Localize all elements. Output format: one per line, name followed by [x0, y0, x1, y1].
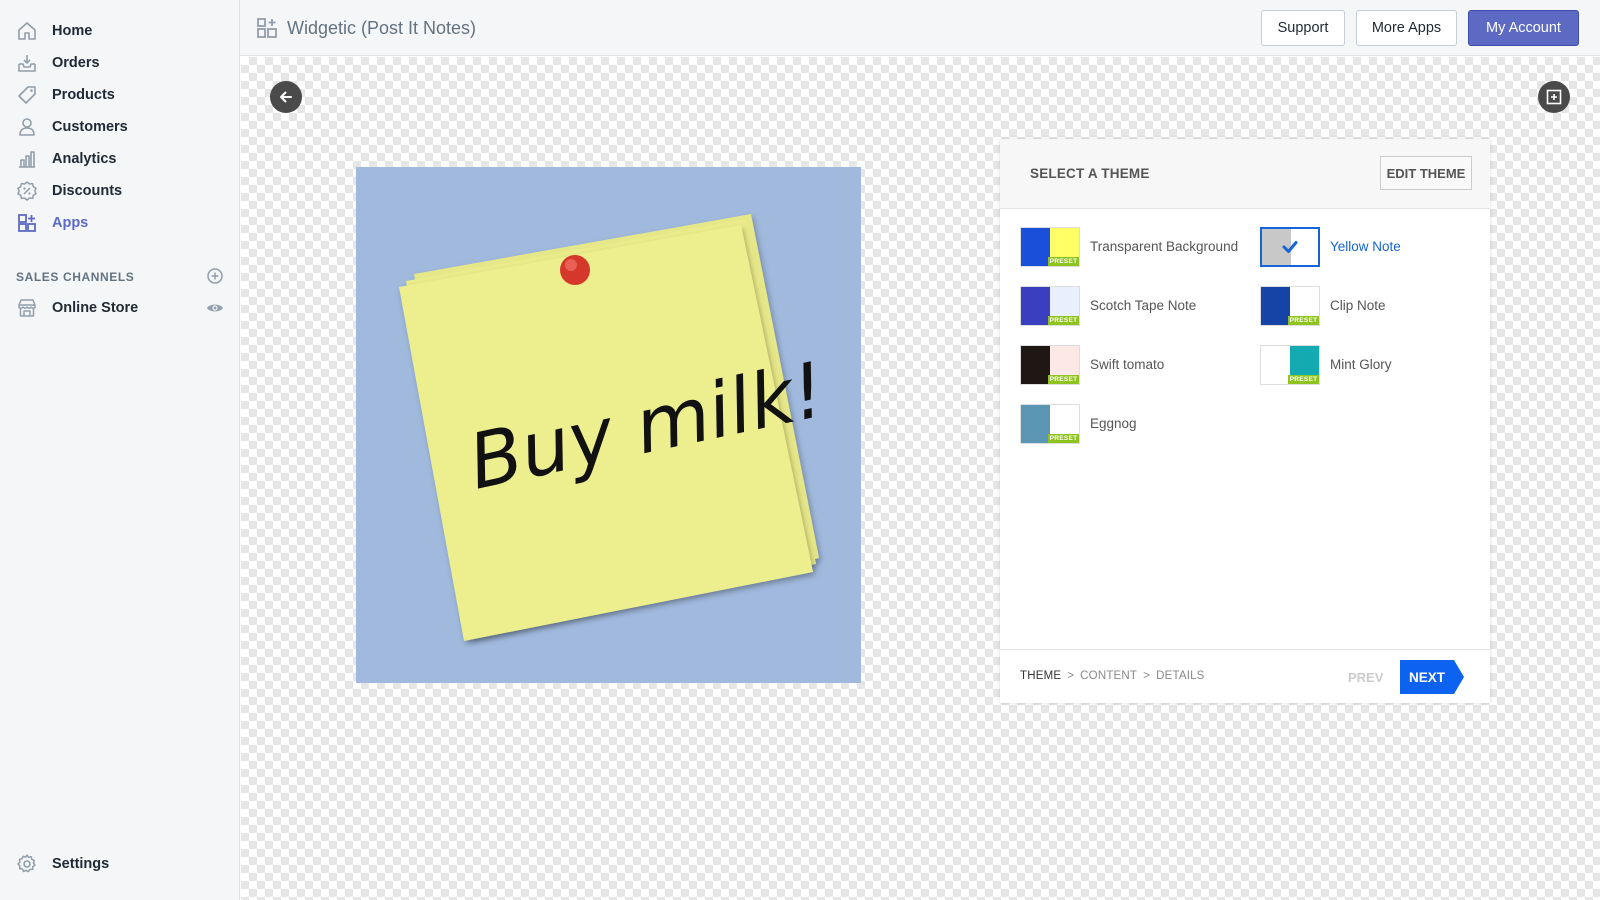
theme-swatch: PRESET [1020, 345, 1080, 385]
eye-icon[interactable] [206, 299, 224, 317]
theme-swatch: PRESET [1020, 404, 1080, 444]
theme-option[interactable]: PRESET Scotch Tape Note [1020, 286, 1240, 326]
fullscreen-button[interactable] [1538, 81, 1570, 113]
sidebar-item-label: Home [52, 23, 93, 39]
sales-channels-title: SALES CHANNELS [16, 270, 135, 284]
apps-icon [256, 17, 278, 39]
gear-icon [16, 853, 38, 875]
theme-swatch: PRESET [1020, 227, 1080, 267]
orders-icon [16, 52, 38, 74]
breadcrumb-separator: > [1143, 670, 1151, 682]
online-store-icon [16, 297, 38, 319]
theme-option[interactable]: PRESET Mint Glory [1260, 345, 1480, 385]
preset-badge: PRESET [1288, 316, 1319, 325]
swatch-primary-color [1021, 346, 1050, 384]
sidebar-item-settings[interactable]: Settings [0, 848, 240, 880]
top-bar: Widgetic (Post It Notes) Support More Ap… [240, 0, 1600, 56]
theme-option[interactable]: PRESET Clip Note [1260, 286, 1480, 326]
push-pin-highlight [565, 259, 577, 271]
theme-option[interactable]: PRESET Swift tomato [1020, 345, 1240, 385]
next-button[interactable]: NEXT [1400, 660, 1464, 694]
apps-icon [16, 212, 38, 234]
swatch-primary-color [1261, 287, 1290, 325]
back-button[interactable] [270, 81, 302, 113]
theme-name: Eggnog [1090, 416, 1137, 431]
sidebar-item-home[interactable]: Home [0, 15, 240, 47]
editor-canvas: Buy milk! SELECT A THEME EDIT THEME PRES… [241, 57, 1600, 900]
arrow-left-icon [280, 91, 292, 103]
panel-footer: THEME > CONTENT > DETAILS PREV NEXT [1000, 649, 1490, 703]
theme-swatch: PRESET [1260, 286, 1320, 326]
sidebar-item-label: Online Store [52, 300, 139, 316]
sidebar-item-label: Customers [52, 119, 128, 135]
customers-icon [16, 116, 38, 138]
more-apps-button[interactable]: More Apps [1356, 10, 1457, 46]
wizard-breadcrumb: THEME > CONTENT > DETAILS [1020, 670, 1205, 682]
theme-name: Mint Glory [1330, 357, 1392, 372]
panel-title: SELECT A THEME [1030, 166, 1150, 181]
sidebar-item-label: Apps [52, 215, 89, 231]
push-pin [560, 255, 590, 285]
support-button[interactable]: Support [1261, 10, 1345, 46]
swatch-primary-color [1021, 287, 1050, 325]
theme-swatch: PRESET [1020, 286, 1080, 326]
step-details[interactable]: DETAILS [1156, 670, 1204, 682]
sales-channels-header: SALES CHANNELS [16, 268, 224, 284]
preset-badge: PRESET [1288, 375, 1319, 384]
theme-option[interactable]: PRESET Transparent Background [1020, 227, 1240, 267]
sidebar: Home Orders Products Customers Analytics… [0, 0, 240, 900]
step-content[interactable]: CONTENT [1080, 670, 1137, 682]
home-icon [16, 20, 38, 42]
preset-badge: PRESET [1048, 375, 1079, 384]
theme-panel: SELECT A THEME EDIT THEME PRESET Transpar… [1000, 139, 1490, 703]
sidebar-item-discounts[interactable]: Discounts [0, 175, 240, 207]
next-button-label: NEXT [1408, 669, 1445, 685]
sidebar-item-orders[interactable]: Orders [0, 47, 240, 79]
analytics-icon [16, 148, 38, 170]
swatch-primary-color [1261, 346, 1290, 384]
page-title: Widgetic (Post It Notes) [287, 18, 477, 38]
checkmark-icon [1282, 241, 1298, 253]
expand-icon [1546, 89, 1562, 105]
swatch-primary-color [1021, 405, 1050, 443]
products-tag-icon [16, 84, 38, 106]
sidebar-item-customers[interactable]: Customers [0, 111, 240, 143]
panel-header: SELECT A THEME EDIT THEME [1000, 139, 1490, 209]
theme-name: Swift tomato [1090, 357, 1165, 372]
edit-theme-button[interactable]: EDIT THEME [1380, 156, 1472, 190]
preset-badge: PRESET [1048, 434, 1079, 443]
theme-swatch [1260, 227, 1320, 267]
theme-name: Transparent Background [1090, 239, 1239, 254]
my-account-button[interactable]: My Account [1468, 10, 1579, 46]
sidebar-item-label: Analytics [52, 151, 117, 167]
post-it-note-image: Buy milk! [399, 214, 832, 641]
theme-option[interactable]: PRESET Eggnog [1020, 404, 1240, 444]
sidebar-item-analytics[interactable]: Analytics [0, 143, 240, 175]
theme-name: Yellow Note [1330, 239, 1401, 254]
sidebar-item-online-store[interactable]: Online Store [0, 292, 240, 324]
theme-swatch: PRESET [1260, 345, 1320, 385]
sidebar-item-label: Orders [52, 55, 100, 71]
prev-button[interactable]: PREV [1348, 670, 1383, 685]
discounts-icon [16, 180, 38, 202]
sidebar-item-apps[interactable]: Apps [0, 207, 240, 239]
widget-preview: Buy milk! [356, 167, 861, 683]
sidebar-item-label: Settings [52, 856, 110, 872]
add-channel-icon[interactable] [206, 267, 224, 285]
theme-option[interactable]: Yellow Note [1260, 227, 1480, 267]
step-theme[interactable]: THEME [1020, 670, 1061, 682]
breadcrumb-separator: > [1067, 670, 1075, 682]
sidebar-item-label: Discounts [52, 183, 123, 199]
preset-badge: PRESET [1048, 257, 1079, 266]
sidebar-item-products[interactable]: Products [0, 79, 240, 111]
theme-name: Scotch Tape Note [1090, 298, 1197, 313]
sidebar-item-label: Products [52, 87, 115, 103]
theme-name: Clip Note [1330, 298, 1386, 313]
swatch-primary-color [1021, 228, 1050, 266]
preset-badge: PRESET [1048, 316, 1079, 325]
